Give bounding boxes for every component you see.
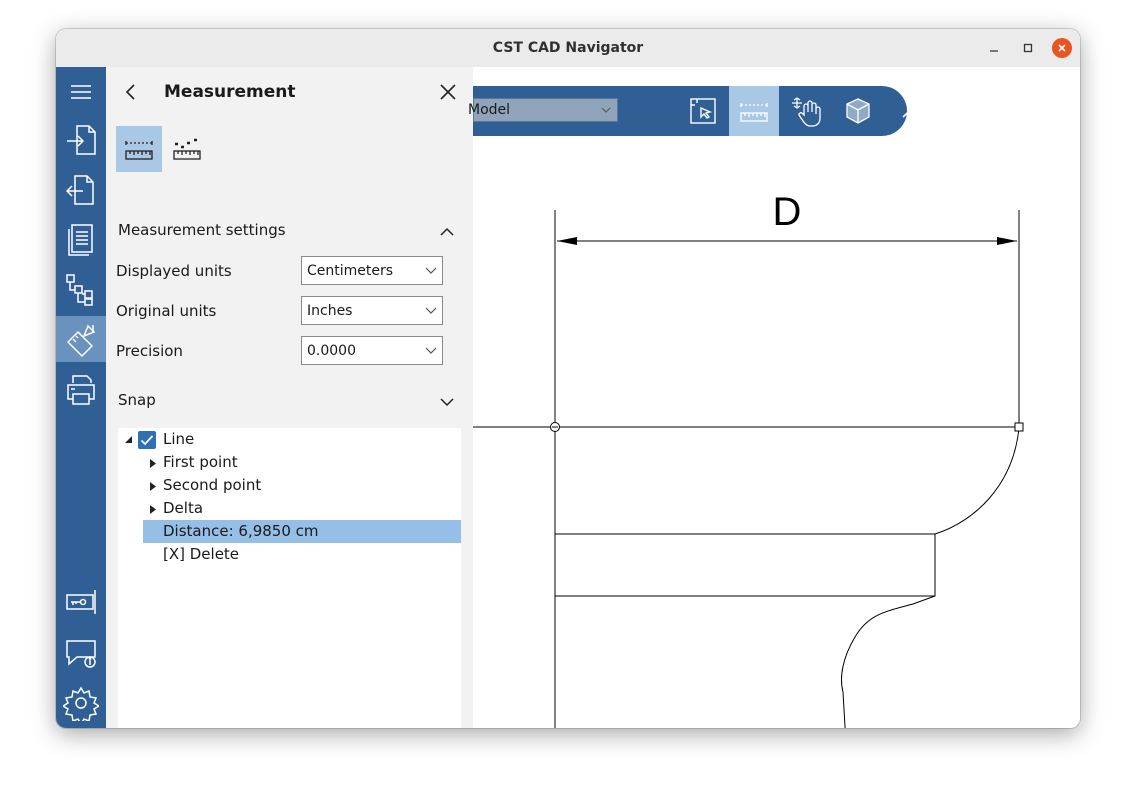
feedback-info-icon	[66, 640, 96, 668]
menu-icon	[71, 85, 91, 99]
title-bar[interactable]: CST CAD Navigator	[56, 29, 1080, 68]
tree-expanded-icon[interactable]	[125, 436, 133, 444]
view-toolbar: Model	[468, 86, 930, 136]
checkmark-icon	[140, 435, 154, 446]
precision-select[interactable]: 0.0000	[301, 336, 443, 365]
dimension-label: D	[773, 190, 802, 234]
pan-tool-button[interactable]	[781, 86, 831, 136]
chevron-up-icon	[902, 103, 930, 118]
displayed-units-select[interactable]: Centimeters	[301, 256, 443, 285]
close-icon	[1058, 44, 1066, 52]
collapse-toolbar-button[interactable]	[891, 86, 941, 136]
sidebar-item-export[interactable]	[56, 166, 106, 212]
tree-node-line[interactable]: Line	[163, 428, 194, 451]
panel-title: Measurement	[164, 82, 296, 102]
minimize-button[interactable]	[984, 38, 1004, 58]
profile-curve-top	[934, 427, 1020, 535]
tree-node-distance[interactable]: Distance: 6,9850 cm	[163, 520, 319, 543]
window-title: CST CAD Navigator	[492, 40, 644, 56]
close-window-button[interactable]	[1052, 38, 1072, 58]
sidebar-item-document[interactable]	[56, 216, 106, 262]
print-icon	[67, 375, 95, 405]
sidebar-item-license[interactable]	[56, 579, 106, 625]
panel-close-button[interactable]	[436, 80, 460, 104]
minimize-icon	[990, 50, 998, 52]
original-units-value: Inches	[307, 303, 353, 319]
select-tool-button[interactable]	[678, 86, 728, 136]
sidebar-item-measure[interactable]	[56, 316, 106, 362]
sidebar-item-menu[interactable]	[56, 69, 106, 115]
ruler-icon	[740, 103, 768, 122]
back-button[interactable]	[120, 81, 142, 103]
precision-label: Precision	[116, 342, 183, 360]
maximize-button[interactable]	[1018, 38, 1038, 58]
ruler-points-icon	[173, 138, 201, 160]
measurement-settings-title: Measurement settings	[118, 221, 286, 239]
ruler-line-icon	[125, 141, 153, 160]
chevron-up-icon	[440, 227, 454, 236]
drawing-canvas[interactable]: D	[473, 67, 1080, 728]
measurement-panel: Measurement Measurement settings Display…	[106, 67, 473, 728]
snap-section-title: Snap	[118, 391, 156, 409]
chevron-down-icon	[425, 307, 437, 314]
precision-value: 0.0000	[307, 343, 356, 359]
pan-hand-icon	[792, 97, 821, 127]
chevron-left-icon	[125, 84, 135, 100]
chevron-down-icon	[440, 398, 454, 407]
snap-section-header[interactable]: Snap	[118, 391, 458, 415]
original-units-label: Original units	[116, 302, 217, 320]
tree-node-delta[interactable]: Delta	[163, 497, 203, 520]
chevron-down-icon	[601, 107, 611, 113]
close-icon	[440, 84, 456, 100]
cad-drawing[interactable]: D	[473, 67, 1080, 728]
app-window: CST CAD Navigator Measurement Measuremen…	[56, 29, 1080, 728]
measure-tools-icon	[66, 324, 96, 358]
original-units-select[interactable]: Inches	[301, 296, 443, 325]
sidebar-item-structure[interactable]	[56, 266, 106, 312]
snap-point-end	[1014, 422, 1024, 432]
cube-icon	[846, 98, 870, 124]
select-cursor-icon	[690, 98, 716, 124]
measure-point-tool[interactable]	[164, 126, 210, 172]
displayed-units-label: Displayed units	[116, 262, 232, 280]
sidebar-item-import[interactable]	[56, 116, 106, 162]
panel-header: Measurement	[106, 67, 473, 117]
tree-collapsed-icon[interactable]	[150, 505, 157, 514]
tree-node-first-point[interactable]: First point	[163, 451, 238, 474]
tree-node-delete[interactable]: [X] Delete	[163, 543, 239, 566]
measurement-tree: Line First point Second point Delta Dist…	[118, 428, 461, 728]
measure-tool-button[interactable]	[729, 86, 779, 136]
tree-collapsed-icon[interactable]	[150, 482, 157, 491]
displayed-units-value: Centimeters	[307, 263, 394, 279]
measure-line-tool[interactable]	[116, 126, 162, 172]
settings-gear-icon	[63, 686, 99, 721]
sidebar-item-print[interactable]	[56, 367, 106, 413]
3d-view-button[interactable]	[833, 86, 883, 136]
sidebar	[56, 67, 106, 728]
profile-band	[554, 533, 936, 597]
tree-node-second-point[interactable]: Second point	[163, 474, 261, 497]
export-icon	[65, 175, 94, 205]
line-checkbox[interactable]	[138, 431, 156, 449]
chevron-down-icon	[425, 267, 437, 274]
chevron-down-icon	[425, 347, 437, 354]
sidebar-item-feedback[interactable]	[56, 630, 106, 676]
structure-tree-icon	[66, 274, 93, 306]
arrowhead-right	[997, 237, 1017, 245]
model-select-value: Model	[468, 102, 511, 118]
sidebar-item-settings[interactable]	[56, 680, 106, 726]
tree-collapsed-icon[interactable]	[150, 459, 157, 468]
license-key-icon	[66, 590, 96, 614]
maximize-icon	[1023, 43, 1033, 53]
model-select[interactable]: Model	[468, 98, 618, 122]
document-icon	[68, 224, 93, 256]
profile-curve-bottom	[841, 595, 936, 728]
measurement-settings-header[interactable]: Measurement settings	[118, 221, 458, 245]
import-icon	[67, 125, 96, 155]
arrowhead-left	[557, 237, 577, 245]
